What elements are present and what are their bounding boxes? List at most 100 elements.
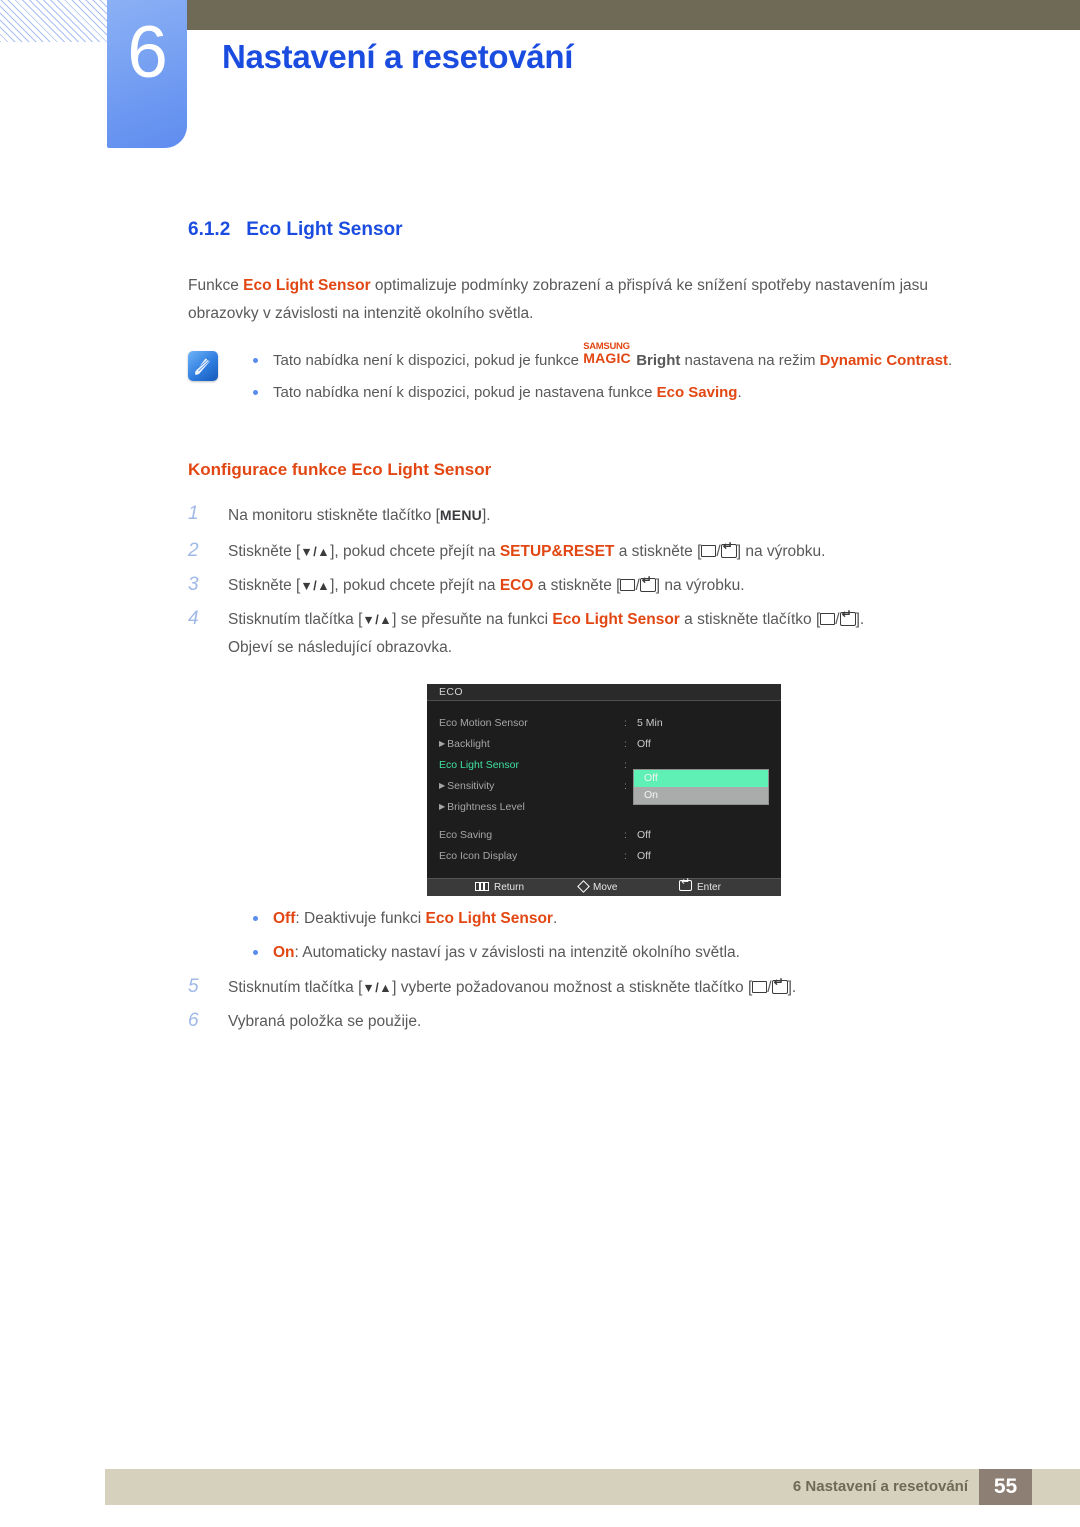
step-number: 5 xyxy=(188,976,199,997)
intro-pre: Funkce xyxy=(188,277,244,294)
osd-footer-move[interactable]: Move xyxy=(577,879,618,896)
step-highlight: Eco Light Sensor xyxy=(552,611,680,628)
osd-row-label: Eco Icon Display xyxy=(439,850,518,862)
osd-row-colon: : xyxy=(624,829,627,841)
arrow-keys-label: ▼/▲ xyxy=(362,981,393,995)
chapter-title: Nastavení a resetování xyxy=(222,38,574,75)
osd-row-colon: : xyxy=(624,738,627,750)
box-button-icon xyxy=(620,579,636,591)
step-highlight: SETUP&RESET xyxy=(499,543,615,560)
osd-row-label: Eco Motion Sensor xyxy=(439,717,528,729)
osd-row-label-text: Backlight xyxy=(447,738,490,750)
step-text-post: ]. xyxy=(787,979,797,996)
page-header: 6 Nastavení a resetování xyxy=(0,0,1080,170)
note-list: Tato nabídka není k dispozici, pokud je … xyxy=(243,342,1000,412)
note-pen-icon xyxy=(188,351,218,381)
osd-row[interactable]: Eco Saving : Off xyxy=(427,825,781,845)
decorative-hatch-pattern xyxy=(0,0,107,42)
note-text-pre: Tato nabídka není k dispozici, pokud je … xyxy=(273,384,657,401)
box-button-icon xyxy=(752,981,768,993)
magicbright-logo: SAMSUNG MAGIC xyxy=(583,342,636,367)
intro-paragraph: Funkce Eco Light Sensor optimalizuje pod… xyxy=(188,272,1000,328)
osd-row-label: Eco Light Sensor xyxy=(439,759,519,771)
diamond-move-icon xyxy=(577,880,590,893)
bullet-icon xyxy=(253,358,258,363)
configuration-subheading: Konfigurace funkce Eco Light Sensor xyxy=(188,460,492,479)
osd-row-value: Off xyxy=(637,850,651,862)
box-button-icon xyxy=(820,613,836,625)
step-item: 1 Na monitoru stiskněte tlačítko [MENU]. xyxy=(188,501,1000,530)
osd-row-colon: : xyxy=(624,850,627,862)
step-number: 6 xyxy=(188,1010,199,1031)
enter-button-icon xyxy=(839,608,856,626)
bullet-icon xyxy=(253,950,258,955)
section-number: 6.1.2 xyxy=(188,219,231,240)
step-text-post: ]. xyxy=(481,507,491,524)
step-text-pre: Stiskněte [ xyxy=(228,543,301,560)
dropdown-option-off[interactable]: Off xyxy=(634,770,768,787)
chapter-number: 6 xyxy=(127,12,168,93)
note-item: Tato nabídka není k dispozici, pokud je … xyxy=(243,380,1000,406)
osd-row-colon: : xyxy=(624,759,627,771)
slash-sep: / xyxy=(767,979,772,996)
step-body: Stiskněte [▼/▲], pokud chcete přejít na … xyxy=(228,572,1000,600)
menu-bars-icon xyxy=(475,882,489,891)
step-body: Stisknutím tlačítka [▼/▲] se přesuňte na… xyxy=(228,606,1000,662)
option-text-pre: : Automaticky nastaví jas v závislosti n… xyxy=(294,944,740,961)
chapter-tab: 6 xyxy=(107,0,187,148)
osd-footer-return[interactable]: Return xyxy=(475,879,524,896)
osd-row-colon: : xyxy=(624,717,627,729)
step-text-pre: Stiskněte [ xyxy=(228,577,301,594)
step-text-mid2: a stiskněte [ xyxy=(614,543,702,560)
osd-row[interactable]: ▶ Backlight : Off xyxy=(427,734,781,754)
note-text-post: . xyxy=(737,384,742,401)
step-body: Vybraná položka se použije. xyxy=(228,1013,422,1030)
footer-page-number: 55 xyxy=(979,1469,1032,1505)
osd-title: ECO xyxy=(427,684,781,701)
menu-key-label: MENU xyxy=(439,507,482,523)
step-number: 2 xyxy=(188,540,199,561)
option-text-pre: : Deaktivuje funkci xyxy=(295,910,426,927)
step-text-mid2: a stiskněte [ xyxy=(533,577,621,594)
step-item: 6 Vybraná položka se použije. xyxy=(188,1008,1000,1036)
page-footer: 6 Nastavení a resetování 55 xyxy=(105,1469,1080,1505)
option-item: On: Automaticky nastaví jas v závislosti… xyxy=(243,939,1000,967)
step-text-pre: Stisknutím tlačítka [ xyxy=(228,979,363,996)
osd-footer-enter[interactable]: Enter xyxy=(679,877,721,896)
osd-row-value: 5 Min xyxy=(637,717,663,729)
note-text-mid: nastavena na režim xyxy=(680,352,820,369)
osd-dropdown[interactable]: Off On xyxy=(633,769,769,805)
osd-row-label: ▶ Sensitivity xyxy=(439,776,494,796)
slash-sep: / xyxy=(835,611,840,628)
step-item: 3 Stiskněte [▼/▲], pokud chcete přejít n… xyxy=(188,572,1000,600)
option-text-post: . xyxy=(552,910,558,927)
osd-row[interactable]: Eco Icon Display : Off xyxy=(427,846,781,866)
osd-row-label-text: Brightness Level xyxy=(447,801,525,813)
step-item: 5 Stisknutím tlačítka [▼/▲] vyberte poža… xyxy=(188,974,1000,1002)
submenu-arrow-icon: ▶ xyxy=(439,739,446,748)
step-text-post: ] na výrobku. xyxy=(655,577,745,594)
osd-footer-enter-label: Enter xyxy=(697,882,721,893)
note-item: Tato nabídka není k dispozici, pokud je … xyxy=(243,342,1000,374)
magic-bright-text: Bright xyxy=(636,352,681,369)
osd-row-colon: : xyxy=(624,780,627,792)
step-text-mid2: a stiskněte tlačítko [ xyxy=(679,611,821,628)
step-text-mid: ] se přesuňte na funkci xyxy=(392,611,553,628)
dropdown-option-on[interactable]: On xyxy=(634,787,768,804)
enter-button-icon xyxy=(639,574,656,592)
arrow-keys-label: ▼/▲ xyxy=(300,579,331,593)
section-heading: 6.1.2 Eco Light Sensor xyxy=(188,219,403,241)
submenu-arrow-icon: ▶ xyxy=(439,781,446,790)
osd-footer-move-label: Move xyxy=(593,882,618,893)
header-accent-bar xyxy=(185,0,1080,30)
enter-button-icon xyxy=(771,976,788,994)
osd-row[interactable]: Eco Motion Sensor : 5 Min xyxy=(427,713,781,733)
osd-menu-screenshot: ECO Eco Motion Sensor : 5 Min ▶ Backlight… xyxy=(427,684,781,896)
option-highlight: Eco Light Sensor xyxy=(425,910,553,927)
option-name: On xyxy=(273,944,295,961)
arrow-keys-label: ▼/▲ xyxy=(300,545,331,559)
section-title: Eco Light Sensor xyxy=(246,219,403,240)
step-body: Stiskněte [▼/▲], pokud chcete přejít na … xyxy=(228,538,1000,566)
note-highlight: Dynamic Contrast xyxy=(819,352,948,369)
step-item: 2 Stiskněte [▼/▲], pokud chcete přejít n… xyxy=(188,538,1000,566)
